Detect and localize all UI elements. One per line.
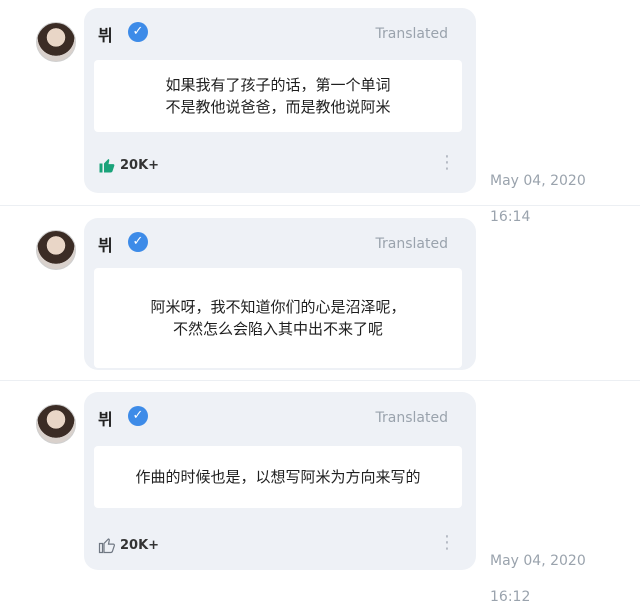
post-header: 뷔 ✓ Translated [98,20,462,48]
more-options-icon[interactable]: ⋮ [438,154,456,172]
post-2: 뷔 ✓ Translated 阿米呀，我不知道你们的心是沼泽呢， 不然怎么会陷入… [0,208,640,370]
author-name[interactable]: 뷔 [98,232,113,256]
message-text: 阿米呀，我不知道你们的心是沼泽呢， 不然怎么会陷入其中出不来了呢 [150,298,406,338]
translated-label[interactable]: Translated [376,236,448,252]
translated-label[interactable]: Translated [376,26,448,42]
message-bubble: 如果我有了孩子的话，第一个单词 不是教他说爸爸，而是教他说阿米 [94,60,462,132]
verified-badge-icon: ✓ [128,22,148,42]
divider [0,380,640,381]
message-text: 如果我有了孩子的话，第一个单词 不是教他说爸爸，而是教他说阿米 [165,76,391,116]
date-text: May 04, 2020 [490,173,586,189]
message-bubble: 阿米呀，我不知道你们的心是沼泽呢， 不然怎么会陷入其中出不来了呢 [94,268,462,368]
date-text: May 04, 2020 [490,553,586,569]
like-button[interactable]: 20K+ [98,536,159,554]
thumbs-up-icon [98,538,115,554]
post-header: 뷔 ✓ Translated [98,230,462,258]
post-footer: 20K+ ⋮ [98,154,462,180]
post-card: 뷔 ✓ Translated 如果我有了孩子的话，第一个单词 不是教他说爸爸，而… [84,8,476,193]
post-date: May 04, 2020 16:12 [490,534,586,606]
time-text: 16:12 [490,589,531,605]
post-footer: 20K+ ⋮ [98,534,462,560]
post-3: 뷔 ✓ Translated 作曲的时候也是，以想写阿米为方向来写的 20K+ … [0,386,640,605]
avatar[interactable] [36,230,76,270]
verified-badge-icon: ✓ [128,232,148,252]
like-count: 20K+ [120,157,160,173]
author-name[interactable]: 뷔 [98,22,113,46]
translated-label[interactable]: Translated [376,410,448,426]
avatar[interactable] [36,404,76,444]
thumbs-up-icon [99,159,115,173]
post-card: 뷔 ✓ Translated 作曲的时候也是，以想写阿米为方向来写的 20K+ … [84,392,476,570]
avatar[interactable] [36,22,76,62]
post-1: 뷔 ✓ Translated 如果我有了孩子的话，第一个单词 不是教他说爸爸，而… [0,0,640,225]
like-button[interactable]: 20K+ [98,156,159,174]
more-options-icon[interactable]: ⋮ [438,534,456,552]
post-card: 뷔 ✓ Translated 阿米呀，我不知道你们的心是沼泽呢， 不然怎么会陷入… [84,218,476,370]
message-text: 作曲的时候也是，以想写阿米为方向来写的 [135,468,421,486]
divider [0,205,640,206]
verified-badge-icon: ✓ [128,406,148,426]
like-count: 20K+ [120,537,160,553]
message-bubble: 作曲的时候也是，以想写阿米为方向来写的 [94,446,462,508]
author-name[interactable]: 뷔 [98,406,113,430]
post-header: 뷔 ✓ Translated [98,404,462,432]
